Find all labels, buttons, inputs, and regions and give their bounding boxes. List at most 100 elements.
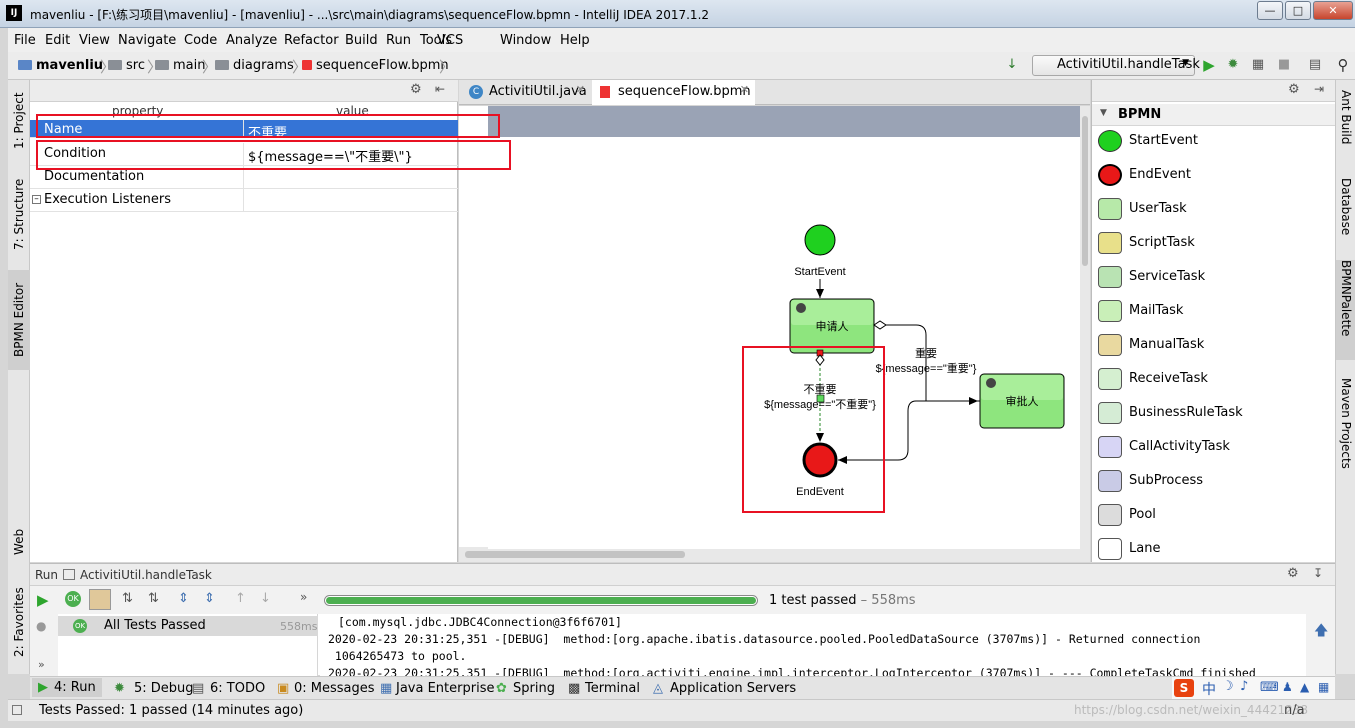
breadcrumb-file[interactable]: sequenceFlow.bpmn [302,58,449,73]
scrollbar-thumb[interactable] [465,551,685,558]
previous-test-icon[interactable]: ↑ [235,591,246,606]
run-toolbar: ▶ OK ⇅ ⇅ ⇕ ⇕ ↑ ↓ » 1 test passed – 558ms [30,586,1335,614]
tool-tab-java-enterprise[interactable]: ▦ Java Enterprise [379,681,494,696]
stop-icon[interactable]: ■ [1276,57,1292,73]
tool-tab-ant-build[interactable]: Ant Build [1336,90,1355,160]
tool-tab-database[interactable]: Database [1336,178,1355,244]
tool-tab-todo[interactable]: ▤ 6: TODO [190,681,265,696]
ime-chinese-mode[interactable]: 中 [1202,679,1216,699]
sogou-ime-icon[interactable]: S [1174,679,1194,697]
keyboard-icon[interactable]: ⌨ [1260,680,1279,695]
tool-tab-debug[interactable]: ✹ 5: Debug [112,681,194,696]
close-window-button[interactable]: ✕ [1313,1,1353,20]
user-icon [986,378,996,388]
rerun-icon[interactable]: ▶ [37,591,49,609]
flow-important-condition: ${message=="重要"} [876,361,977,375]
sort-duration-icon[interactable]: ⇅ [148,591,159,606]
tool-tab-bpmn-editor[interactable]: BPMN Editor [8,270,30,370]
tab-activitiutil-java[interactable]: C ActivitiUtil.java ✕ [463,80,589,105]
property-row-execution-listeners[interactable]: – Execution Listeners [30,189,458,212]
toggle-tool-windows-icon[interactable] [12,705,22,715]
hide-panel-icon[interactable]: ⇤ [435,82,445,96]
hide-panel-icon[interactable]: ↧ [1313,566,1323,580]
ime-punct[interactable]: ♪ [1240,679,1248,694]
tool-tab-messages[interactable]: ▣ 0: Messages [275,681,375,696]
usertask-icon [1098,198,1122,220]
grid-icon[interactable]: ▦ [1318,680,1329,694]
expand-all-icon[interactable]: ⇕ [178,591,189,606]
tool-tab-web[interactable]: Web [8,520,30,564]
tool-tab-run[interactable]: ▶ 4: Run [32,678,102,697]
menu-view[interactable]: View [79,33,110,48]
shirt-icon[interactable]: ▲ [1300,680,1309,694]
tool-tab-spring[interactable]: ✿ Spring [494,681,555,696]
show-passed-icon[interactable]: OK [65,591,81,607]
breadcrumb-diagrams[interactable]: diagrams [215,58,294,73]
tool-tab-terminal[interactable]: ▩ Terminal [567,681,640,696]
console-output[interactable]: [com.mysql.jdbc.JDBC4Connection@3f6f6701… [320,614,1306,676]
more-icon[interactable]: » [38,658,45,671]
menu-window[interactable]: Window [500,33,551,48]
terminal-icon: ▩ [568,681,581,696]
menu-navigate[interactable]: Navigate [118,33,176,48]
coverage-icon[interactable]: ▦ [1250,57,1266,73]
folder-icon [18,60,32,70]
gear-icon[interactable]: ⚙ [410,82,422,97]
menu-help[interactable]: Help [560,33,590,48]
tool-tab-favorites[interactable]: 2: Favorites [8,580,30,664]
messages-icon: ▣ [277,681,290,696]
right-tool-stripe: Ant Build Database BPMNPalette Maven Pro… [1335,80,1355,674]
maximize-button[interactable]: □ [1285,1,1311,20]
menu-build[interactable]: Build [345,33,378,48]
search-icon[interactable]: ⚲ [1335,57,1351,73]
vertical-scrollbar[interactable] [1080,106,1090,547]
menu-refactor[interactable]: Refactor [284,33,339,48]
sort-icon[interactable]: ↓ [1004,57,1020,73]
palette-header[interactable]: ▼ BPMN [1092,104,1336,126]
tool-tab-maven-projects[interactable]: Maven Projects [1336,378,1355,478]
minimize-button[interactable]: — [1257,1,1283,20]
collapse-icon[interactable]: – [32,195,41,204]
user-icon[interactable]: ♟ [1282,680,1293,694]
java-enterprise-icon: ▦ [380,681,393,696]
hide-panel-icon[interactable]: ⇥ [1314,82,1324,96]
menu-analyze[interactable]: Analyze [226,33,277,48]
ime-toolbar: S 中 ☽ ♪ ⌨ ♟ ▲ ▦ [1172,677,1335,699]
menu-vcs[interactable]: VCS [437,33,463,48]
menu-bar: File Edit View Navigate Code Analyze Ref… [8,28,1355,52]
project-structure-icon[interactable]: ▤ [1307,57,1323,73]
collapse-all-icon[interactable]: ⇕ [204,591,215,606]
start-event[interactable] [804,224,836,256]
horizontal-scrollbar[interactable] [459,547,1090,562]
pin-icon[interactable]: ● [36,619,46,633]
tool-tab-application-servers[interactable]: ◬ Application Servers [651,681,796,696]
menu-file[interactable]: File [14,33,36,48]
gear-icon[interactable]: ⚙ [1287,566,1299,581]
menu-run[interactable]: Run [386,33,411,48]
tool-tab-bpmn-palette[interactable]: BPMNPalette [1336,260,1355,360]
test-tree-root[interactable]: OK All Tests Passed 558ms [58,616,318,636]
scrollbar-thumb[interactable] [1082,116,1088,266]
more-icon[interactable]: » [300,590,307,604]
breadcrumb-src[interactable]: src [108,58,145,73]
scroll-up-icon[interactable]: 🡅 [1314,620,1328,644]
menu-edit[interactable]: Edit [45,33,70,48]
debug-icon[interactable]: ✹ [1225,57,1241,73]
run-icon[interactable]: ▶ [1201,57,1217,73]
sort-alpha-icon[interactable]: ⇅ [122,591,133,606]
gear-icon[interactable]: ⚙ [1288,82,1300,97]
passed-icon: OK [73,619,87,633]
close-tab-icon[interactable]: ✕ [740,83,749,96]
run-config-tab[interactable]: ActivitiUtil.handleTask [80,568,212,582]
close-tab-icon[interactable]: ✕ [576,83,585,96]
breadcrumb-project[interactable]: mavenliu [18,58,103,73]
next-test-icon[interactable]: ↓ [260,591,271,606]
show-ignored-icon[interactable] [89,589,111,610]
moon-icon[interactable]: ☽ [1222,679,1234,694]
menu-code[interactable]: Code [184,33,217,48]
tab-sequenceflow-bpmn[interactable]: sequenceFlow.bpmn ✕ [592,80,755,105]
run-configuration-select[interactable]: ActivitiUtil.handleTask ▼ [1032,55,1200,76]
breadcrumb-main[interactable]: main [155,58,205,73]
tool-tab-project[interactable]: 1: Project [8,86,30,156]
tool-tab-structure[interactable]: 7: Structure [8,172,30,256]
